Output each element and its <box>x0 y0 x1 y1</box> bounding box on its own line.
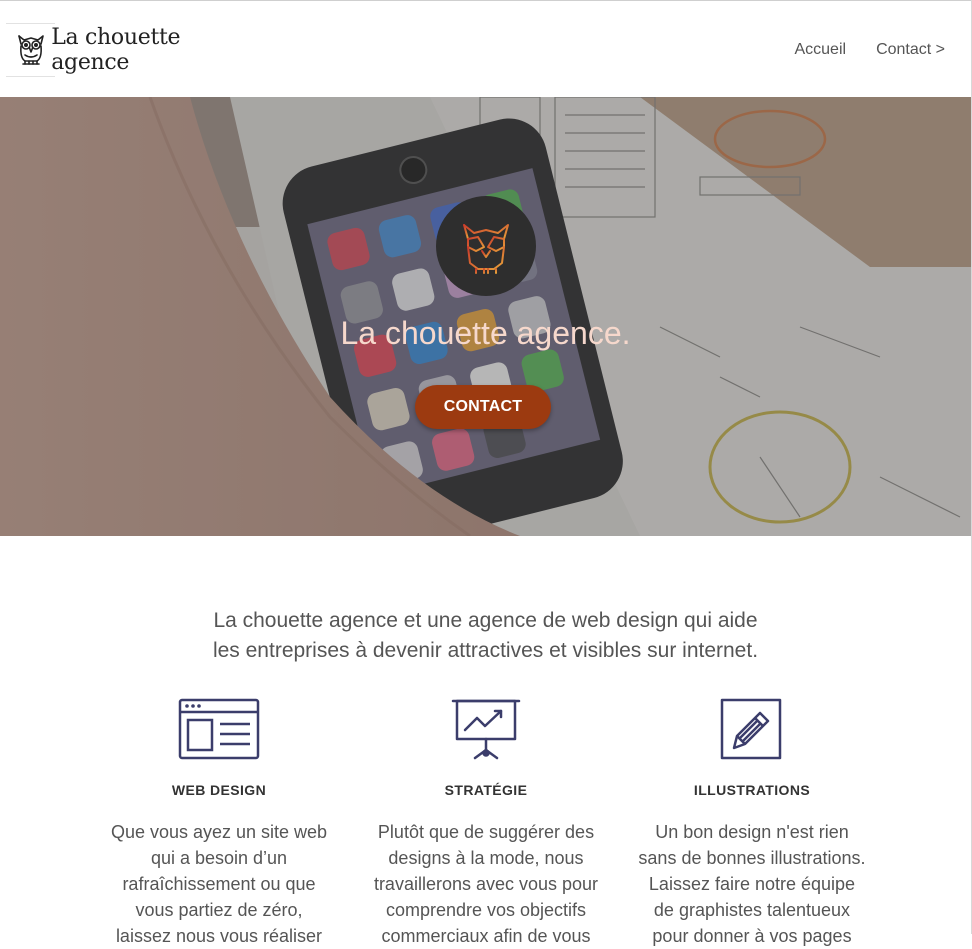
description-line: rafraîchissement ou que <box>122 874 316 894</box>
service-web-design: WEB DESIGN Que vous ayez un site web qui… <box>94 698 344 949</box>
description-line: laissez nous vous réaliser <box>115 926 323 946</box>
description-line: Plutôt que de suggérer des <box>377 822 595 842</box>
intro-line: les entreprises à devenir attractives et… <box>212 639 759 662</box>
owl-logo-icon <box>6 23 56 77</box>
service-title: STRATÉGIE <box>444 782 528 798</box>
description-line: Laissez faire notre équipe <box>648 874 856 894</box>
service-description: Plutôt que de suggérer des designs à la … <box>361 819 611 949</box>
logo-text: La chouette agence <box>51 25 181 75</box>
hero-title: La chouette agence. <box>340 315 631 351</box>
service-description: Un bon design n'est rien sans de bonnes … <box>627 819 877 949</box>
web-design-icon <box>94 698 344 762</box>
nav-link-accueil[interactable]: Accueil <box>794 41 846 59</box>
nav-link-contact[interactable]: Contact > <box>876 41 945 59</box>
logo[interactable]: La chouette agence <box>6 23 246 77</box>
description-line: commerciaux afin de vous <box>381 926 591 946</box>
pencil-icon <box>627 698 877 762</box>
strategy-presentation-icon <box>361 698 611 762</box>
description-line: vous partiez de zéro, <box>135 900 303 920</box>
description-line: qui a besoin d’un <box>150 848 288 868</box>
hero-banner: La chouette agence. CONTACT <box>0 97 971 536</box>
description-line: travaillerons avec vous pour <box>373 874 599 894</box>
description-line: designs à la mode, nous <box>388 848 584 868</box>
description-line: comprendre vos objectifs <box>385 900 587 920</box>
description-line: pour donner à vos pages <box>652 926 852 946</box>
service-title: ILLUSTRATIONS <box>693 782 811 798</box>
site-header: La chouette agence Accueil Contact > <box>0 1 971 97</box>
service-strategie: STRATÉGIE Plutôt que de suggérer des des… <box>361 698 611 949</box>
description-line: sans de bonnes illustrations. <box>638 848 866 868</box>
service-description: Que vous ayez un site web qui a besoin d… <box>94 819 344 949</box>
intro-line: La chouette agence et une agence de web … <box>213 609 758 632</box>
contact-button[interactable]: CONTACT <box>415 385 551 429</box>
owl-emblem-icon <box>436 196 536 296</box>
description-line: Un bon design n'est rien <box>655 822 849 842</box>
main-nav: Accueil Contact > <box>794 41 945 59</box>
description-line: Que vous ayez un site web <box>110 822 328 842</box>
intro-text: La chouette agence et une agence de web … <box>0 606 971 666</box>
service-illustrations: ILLUSTRATIONS Un bon design n'est rien s… <box>627 698 877 949</box>
service-title: WEB DESIGN <box>171 782 267 798</box>
description-line: de graphistes talentueux <box>653 900 851 920</box>
